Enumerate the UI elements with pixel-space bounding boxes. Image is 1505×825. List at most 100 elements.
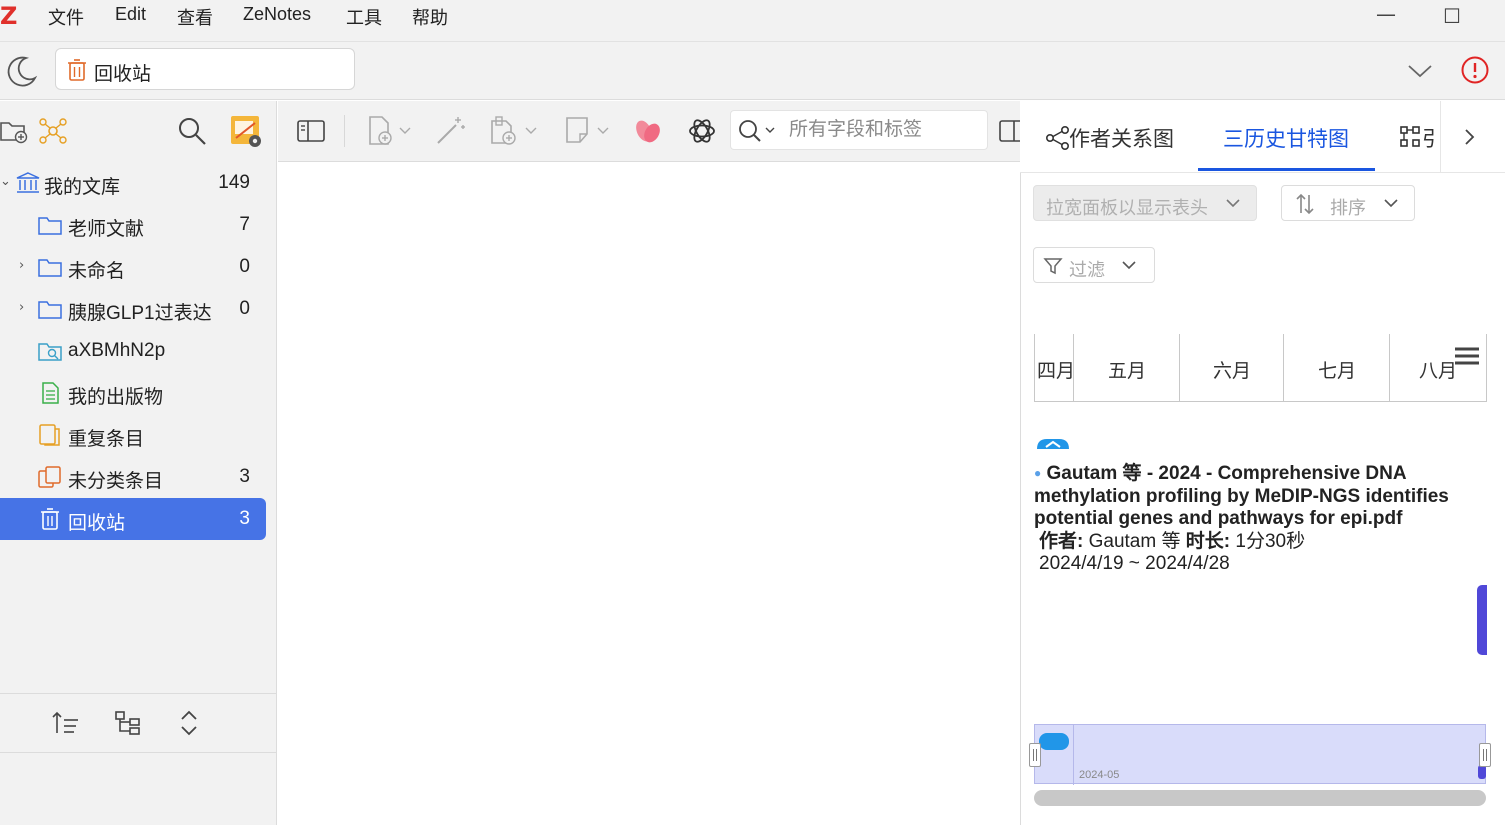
menu-help[interactable]: 帮助	[412, 4, 448, 30]
tree-row-trash[interactable]: 回收站 3	[0, 498, 266, 540]
month-label: 五月	[1108, 361, 1147, 382]
gantt-task-bar[interactable]	[1035, 437, 1071, 451]
divider	[1440, 101, 1441, 173]
maximize-button[interactable]: ☐	[1443, 4, 1461, 28]
divider	[0, 693, 277, 694]
chevron-down-icon[interactable]	[1406, 62, 1434, 80]
tree-row-duplicates[interactable]: 重复条目	[0, 414, 266, 456]
tab-references[interactable]: 引	[1422, 123, 1437, 153]
expand-chevron-icon[interactable]: ›	[19, 258, 24, 273]
expand-chevron-icon[interactable]: ›	[19, 300, 24, 315]
month-divider	[1389, 334, 1390, 402]
month-divider	[1283, 334, 1284, 402]
toggle-sidebar-icon[interactable]	[296, 118, 326, 144]
tree-row-label: 重复条目	[68, 429, 145, 450]
menu-tools[interactable]: 工具	[346, 4, 382, 30]
unfiled-items-icon	[38, 466, 61, 488]
chevron-down-icon	[1384, 199, 1398, 208]
items-list[interactable]	[278, 162, 1020, 825]
tab-trash[interactable]: 回收站	[55, 48, 355, 90]
task-meta-row: 作者: Gautam 等 时长: 1分30秒	[1034, 531, 1474, 554]
columns-dropdown[interactable]: 拉宽面板以显示表头	[1033, 185, 1257, 221]
tree-row-teacher-papers[interactable]: 老师文献 7	[0, 204, 266, 246]
tab-label: 回收站	[94, 64, 152, 85]
tab-history-gantt[interactable]: 三历史甘特图	[1223, 123, 1349, 153]
tree-row-pancreas-glp1[interactable]: › 胰腺GLP1过表达 0	[0, 288, 266, 330]
tab-author-graph[interactable]: 作者关系图	[1069, 123, 1174, 153]
tree-row-label: aXBMhN2p	[68, 340, 166, 361]
graph-network-icon[interactable]	[38, 116, 68, 146]
sort-dropdown[interactable]: 排序	[1281, 185, 1415, 221]
minimize-button[interactable]: —	[1376, 2, 1396, 26]
panel-tabs: 作者关系图 三历史甘特图 引	[1020, 101, 1505, 173]
alert-icon[interactable]	[1460, 55, 1490, 85]
tree-row-label: 我的出版物	[68, 387, 164, 408]
sort-tree-icon[interactable]	[52, 710, 80, 736]
divider	[344, 115, 345, 147]
tree-row-count: 0	[239, 298, 250, 319]
new-note-icon[interactable]	[564, 115, 614, 147]
toggle-item-pane-icon[interactable]	[998, 118, 1020, 144]
menu-edit[interactable]: Edit	[115, 4, 146, 25]
new-collection-icon[interactable]	[0, 117, 28, 145]
folder-icon	[38, 259, 62, 277]
menu-bar: Z 文件 Edit 查看 ZeNotes 工具 帮助 — ☐	[0, 0, 1505, 42]
expand-collapse-icon[interactable]	[178, 709, 200, 737]
menu-zenotes[interactable]: ZeNotes	[243, 4, 311, 25]
chevron-right-icon[interactable]	[1462, 127, 1478, 147]
gantt-timeline-header: 四月 五月 六月 七月 八月	[1034, 334, 1487, 402]
search-mode-icon[interactable]	[737, 118, 781, 144]
tree-row-my-library[interactable]: ⌄ 我的文库 149	[0, 162, 266, 204]
search-input[interactable]	[789, 118, 979, 142]
hamburger-menu-icon[interactable]	[1453, 346, 1481, 368]
menu-view[interactable]: 查看	[177, 4, 213, 30]
author-graph-icon	[1045, 125, 1069, 150]
minimap-left-handle[interactable]	[1029, 743, 1041, 767]
collection-pane: ⌄ 我的文库 149 老师文献 7 › 未命名 0 › 胰腺GLP1过表达 0 …	[0, 101, 277, 825]
collapse-chevron-icon[interactable]: ⌄	[0, 174, 11, 189]
month-label: 四月	[1037, 361, 1076, 382]
search-field[interactable]	[730, 110, 988, 150]
minimap-marker	[1478, 765, 1486, 779]
minimap-date-label: 2024-05	[1079, 769, 1120, 781]
saved-search-folder-icon	[38, 343, 62, 361]
magic-wand-icon[interactable]	[434, 115, 468, 147]
duplicate-items-icon	[39, 424, 60, 446]
zenotes-settings-icon[interactable]	[229, 114, 263, 148]
tree-row-untitled[interactable]: › 未命名 0	[0, 246, 266, 288]
minimap-task-bar	[1039, 733, 1069, 750]
tree-row-label: 我的文库	[44, 177, 121, 198]
tab-references-clip: 引	[1410, 123, 1437, 153]
menu-file[interactable]: 文件	[48, 4, 84, 30]
gantt-minimap[interactable]: 2024-05	[1034, 724, 1486, 785]
dark-mode-moon-icon[interactable]	[4, 54, 38, 88]
month-label: 七月	[1318, 361, 1357, 382]
duration-label: 时长:	[1185, 530, 1231, 552]
panel-resize-handle[interactable]	[1477, 585, 1487, 655]
folder-icon	[38, 301, 62, 319]
tree-row-saved-search[interactable]: aXBMhN2p	[0, 330, 266, 372]
chatgpt-icon[interactable]	[686, 115, 718, 147]
tree-row-count: 0	[239, 256, 250, 277]
flower-plugin-icon[interactable]	[632, 116, 664, 146]
grip-line	[1483, 749, 1484, 761]
chevron-down-icon	[1226, 199, 1240, 208]
tree-structure-icon[interactable]	[114, 710, 142, 736]
search-icon[interactable]	[176, 115, 208, 147]
add-attachment-icon[interactable]	[488, 115, 542, 147]
minimap-right-handle[interactable]	[1479, 743, 1491, 767]
tree-row-unfiled[interactable]: 未分类条目 3	[0, 456, 266, 498]
filter-dropdown[interactable]: 过滤	[1033, 247, 1155, 283]
chevron-down-icon	[1122, 261, 1136, 270]
grip-line	[1033, 749, 1034, 761]
month-label: 八月	[1419, 361, 1458, 382]
horizontal-scrollbar[interactable]	[1034, 790, 1486, 806]
minimap-divider	[1073, 725, 1074, 785]
filter-icon	[1043, 258, 1063, 275]
duration-value: 1分30秒	[1235, 530, 1306, 552]
new-item-icon[interactable]	[366, 115, 416, 147]
task-date-range: 2024/4/19 ~ 2024/4/28	[1039, 553, 1230, 574]
tree-row-label: 胰腺GLP1过表达	[68, 303, 212, 324]
tree-row-my-publications[interactable]: 我的出版物	[0, 372, 266, 414]
tree-row-label: 未命名	[68, 261, 126, 282]
